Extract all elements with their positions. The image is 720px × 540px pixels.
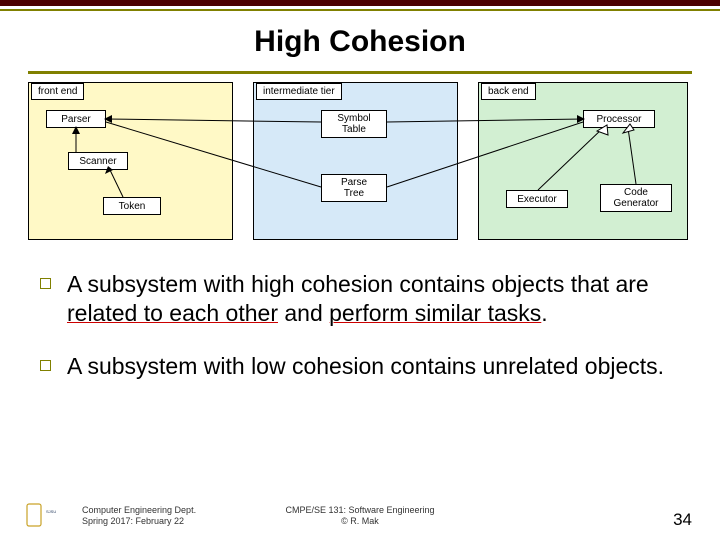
- title-underline: [28, 71, 692, 74]
- footer-left: Computer Engineering Dept. Spring 2017: …: [82, 505, 196, 527]
- node-parser: Parser: [46, 110, 106, 128]
- node-token: Token: [103, 197, 161, 215]
- tier-front-label: front end: [31, 83, 84, 100]
- architecture-diagram: front end intermediate tier back end Par…: [28, 82, 692, 252]
- slide-title: High Cohesion: [0, 25, 720, 59]
- bullet-segment: A subsystem with low cohesion contains u…: [67, 353, 664, 379]
- bullet-marker-icon: [40, 278, 51, 289]
- bullet-list: A subsystem with high cohesion contains …: [40, 270, 680, 380]
- node-executor: Executor: [506, 190, 568, 208]
- footer-dept: Computer Engineering Dept.: [82, 505, 196, 516]
- node-symbol-table: Symbol Table: [321, 110, 387, 138]
- node-code-generator: Code Generator: [600, 184, 672, 212]
- tier-back-label: back end: [481, 83, 536, 100]
- tier-mid: intermediate tier: [253, 82, 458, 240]
- bullet-text: A subsystem with low cohesion contains u…: [67, 352, 664, 381]
- node-scanner: Scanner: [68, 152, 128, 170]
- bullet-underline: related to each other: [67, 300, 278, 326]
- footer-course: CMPE/SE 131: Software Engineering: [285, 505, 434, 516]
- bullet-segment: A subsystem with high cohesion contains …: [67, 271, 649, 297]
- bullet-segment: and: [278, 300, 329, 326]
- tier-back: back end: [478, 82, 688, 240]
- node-parse-tree: Parse Tree: [321, 174, 387, 202]
- top-accent-bar: [0, 0, 720, 6]
- tier-mid-label: intermediate tier: [256, 83, 342, 100]
- tier-front: front end: [28, 82, 233, 240]
- footer-center: CMPE/SE 131: Software Engineering © R. M…: [285, 505, 434, 527]
- bullet-marker-icon: [40, 360, 51, 371]
- bullet-item: A subsystem with high cohesion contains …: [40, 270, 680, 328]
- footer-copyright: © R. Mak: [285, 516, 434, 527]
- node-processor: Processor: [583, 110, 655, 128]
- footer-date: Spring 2017: February 22: [82, 516, 196, 527]
- university-logo-icon: SJSU: [24, 502, 64, 530]
- bullet-item: A subsystem with low cohesion contains u…: [40, 352, 680, 381]
- thin-accent-bar: [0, 9, 720, 11]
- bullet-underline: perform similar tasks: [329, 300, 541, 326]
- page-number: 34: [673, 510, 692, 530]
- slide-footer: SJSU Computer Engineering Dept. Spring 2…: [0, 502, 720, 530]
- svg-text:SJSU: SJSU: [46, 509, 56, 514]
- bullet-segment: .: [541, 300, 547, 326]
- bullet-text: A subsystem with high cohesion contains …: [67, 270, 680, 328]
